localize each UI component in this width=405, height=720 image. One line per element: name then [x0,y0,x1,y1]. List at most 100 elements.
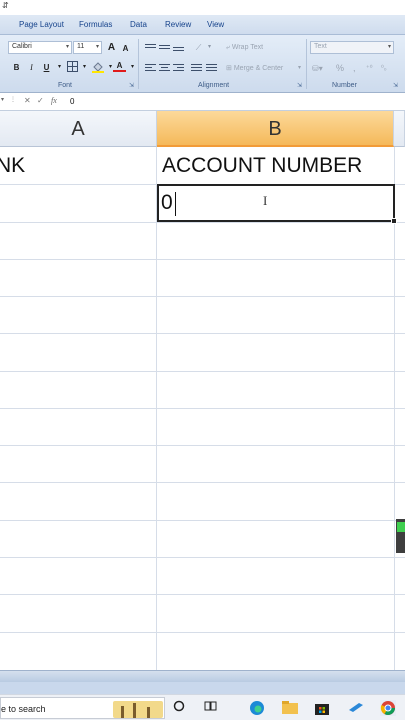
row-gridline [0,222,405,223]
merge-center-button[interactable]: ⊞ Merge & Center [226,64,283,72]
title-bar: ⇵ [0,0,405,15]
wrap-text-button[interactable]: ⤶ Wrap Text [226,44,263,52]
enter-icon[interactable]: ✓ [37,96,44,105]
align-center-icon[interactable] [159,64,170,73]
taskbar-search[interactable]: e to search [0,697,165,719]
chevron-down-icon: ▾ [387,44,391,50]
store-icon[interactable] [314,700,330,716]
chevron-down-icon: ▾ [95,44,99,50]
decrease-decimal-icon[interactable]: ⁰₀ [381,64,387,72]
row-gridline [0,296,405,297]
ribbon: Calibri ▾ 11 ▾ A A B I U ▾ ▾ ▾ A ▾ Font … [0,35,405,93]
dialog-launcher-icon[interactable]: ⇲ [129,82,134,89]
fill-color-icon[interactable] [91,61,104,74]
chrome-icon[interactable] [380,700,396,716]
insert-function-icon[interactable]: fx [51,96,57,105]
edge-browser-icon[interactable] [249,700,265,716]
align-top-icon[interactable] [145,44,156,53]
active-cell-value: 0 [161,191,173,214]
file-explorer-icon[interactable] [282,700,298,716]
row-gridline [0,371,405,372]
worksheet-grid[interactable]: A B NK ACCOUNT NUMBER 0 I [0,111,405,670]
align-left-icon[interactable] [145,64,156,73]
row-gridline [0,632,405,633]
align-right-icon[interactable] [173,64,184,73]
ribbon-tabs: Page Layout Formulas Data Review View [0,15,405,35]
font-color-button[interactable]: A [113,60,126,72]
row-gridline [0,482,405,483]
group-divider [306,39,307,89]
comma-button[interactable]: , [353,63,356,73]
dialog-launcher-icon[interactable]: ⇲ [393,82,398,89]
quick-access-icon[interactable]: ⇵ [2,1,9,10]
formula-bar: ▾ ⋮ ✕ ✓ fx 0 [0,93,405,111]
status-bar [0,682,405,694]
horizontal-scrollbar[interactable] [0,670,405,682]
number-format-value: Text [314,43,327,50]
chevron-down-icon[interactable]: ▾ [78,61,91,74]
active-cell-b2[interactable] [157,184,395,222]
font-name-value: Calibri [12,43,32,50]
search-highlight-art [113,701,163,718]
increase-indent-icon[interactable] [206,64,217,73]
column-header-b[interactable]: B [157,111,394,147]
tab-data[interactable]: Data [130,20,147,29]
task-view-icon[interactable] [202,700,218,716]
row-gridline [0,594,405,595]
grow-font-button[interactable]: A [105,41,118,54]
percent-button[interactable]: % [336,63,344,73]
cell-a1[interactable]: NK [0,154,25,178]
alignment-group-label: Alignment [198,82,230,89]
chevron-down-icon[interactable]: ▾ [1,96,4,103]
underline-button[interactable]: U [40,61,53,74]
taskbar: e to search [0,694,405,720]
green-marker-icon [397,522,405,532]
wrap-text-label: Wrap Text [231,44,264,51]
merge-icon: ⊞ [226,65,232,72]
tab-review[interactable]: Review [165,20,191,29]
chevron-down-icon: ▾ [65,44,69,50]
row-gridline [0,408,405,409]
decrease-indent-icon[interactable] [191,64,202,73]
row-gridline [0,259,405,260]
font-group-label: Font [58,82,73,89]
chevron-down-icon[interactable]: ▾ [53,61,66,74]
chevron-down-icon[interactable]: ▾ [298,64,301,71]
tab-formulas[interactable]: Formulas [79,20,112,29]
fill-handle[interactable] [391,218,397,224]
bold-button[interactable]: B [10,61,23,74]
row-gridline [0,557,405,558]
column-header-c[interactable] [394,111,405,147]
font-size-dropdown[interactable]: 11 ▾ [73,41,102,54]
group-divider [138,39,139,89]
font-size-value: 11 [77,43,85,50]
shrink-font-button[interactable]: A [119,42,132,55]
cancel-icon[interactable]: ✕ [24,96,31,105]
align-bottom-icon[interactable] [173,47,184,56]
font-name-dropdown[interactable]: Calibri ▾ [8,41,72,54]
align-middle-icon[interactable] [159,45,170,54]
cell-b1[interactable]: ACCOUNT NUMBER [162,154,362,178]
number-group-label: Number [332,82,357,89]
grip-icon: ⋮ [10,97,16,103]
ibeam-cursor-icon: I [263,193,268,208]
chevron-down-icon[interactable]: ▾ [203,41,216,54]
search-placeholder: e to search [1,704,46,714]
row-gridline [0,333,405,334]
tab-page-layout[interactable]: Page Layout [19,20,64,29]
number-format-dropdown[interactable]: Text ▾ [310,41,394,54]
italic-button[interactable]: I [25,61,38,74]
wrap-text-icon: ⤶ [226,44,230,51]
app-window-icon[interactable] [348,700,364,716]
formula-input[interactable]: 0 [70,97,74,106]
dialog-launcher-icon[interactable]: ⇲ [297,82,302,89]
cortana-icon[interactable] [171,700,187,716]
accounting-format-icon[interactable]: ⛁▾ [312,64,323,73]
merge-center-label: Merge & Center [233,65,284,72]
row-gridline [0,445,405,446]
column-header-a[interactable]: A [0,111,157,147]
tab-view[interactable]: View [207,20,224,29]
row-gridline [0,520,405,521]
side-panel-tab[interactable] [396,519,405,553]
increase-decimal-icon[interactable]: ⁺⁰ [366,64,373,72]
